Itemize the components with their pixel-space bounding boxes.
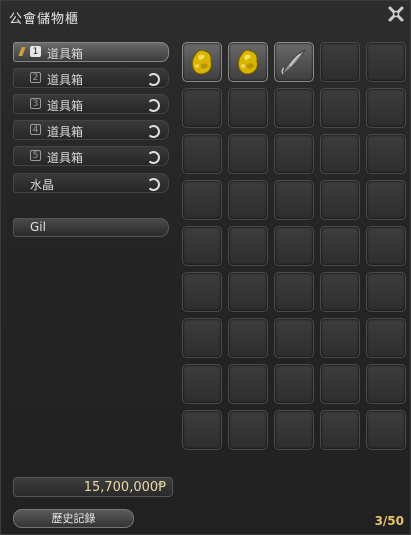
- tab-label: Gil: [30, 220, 46, 234]
- active-tab-marker: [18, 47, 26, 56]
- item-slot[interactable]: [320, 272, 360, 312]
- item-grid: [182, 42, 406, 450]
- tab-item-box-2[interactable]: 2 道具箱: [13, 68, 169, 88]
- item-slot[interactable]: [274, 410, 314, 450]
- item-slot[interactable]: [366, 410, 406, 450]
- item-slot[interactable]: [228, 410, 268, 450]
- gold-ore-icon: [232, 46, 264, 78]
- item-slot[interactable]: [182, 180, 222, 220]
- item-slot[interactable]: [274, 88, 314, 128]
- slot-count: 3/50: [374, 514, 404, 528]
- tab-number-icon: 4: [30, 124, 41, 135]
- tab-crystals[interactable]: 水晶: [13, 173, 169, 193]
- item-slot[interactable]: [274, 180, 314, 220]
- tab-label: 道具箱: [47, 73, 84, 87]
- item-slot[interactable]: [366, 364, 406, 404]
- close-icon[interactable]: [386, 4, 406, 24]
- tab-label: 道具箱: [47, 125, 84, 139]
- tab-gil[interactable]: Gil: [13, 218, 169, 237]
- tab-number-icon: 5: [30, 150, 41, 161]
- guild-storage-window: 公會儲物櫃 1 道具箱 2 道具箱 3 道具箱 4 道具箱 5 道具箱 水晶 G…: [0, 0, 411, 535]
- item-slot[interactable]: [320, 180, 360, 220]
- loading-icon: [147, 151, 160, 164]
- item-slot[interactable]: [228, 134, 268, 174]
- item-slot[interactable]: [182, 226, 222, 266]
- history-button[interactable]: 歷史記錄: [13, 509, 134, 528]
- item-slot[interactable]: [320, 42, 360, 82]
- gold-ore-icon: [186, 46, 218, 78]
- item-slot[interactable]: [366, 134, 406, 174]
- item-slot[interactable]: [228, 364, 268, 404]
- window-title: 公會儲物櫃: [9, 12, 80, 27]
- tab-label: 道具箱: [47, 99, 84, 113]
- item-slot[interactable]: [228, 226, 268, 266]
- item-slot[interactable]: [274, 318, 314, 358]
- item-slot[interactable]: [320, 364, 360, 404]
- item-slot[interactable]: [366, 272, 406, 312]
- fishing-lure-icon: [278, 46, 310, 78]
- item-slot[interactable]: [182, 88, 222, 128]
- item-slot[interactable]: [274, 226, 314, 266]
- item-slot[interactable]: [182, 364, 222, 404]
- loading-icon: [147, 99, 160, 112]
- item-slot[interactable]: [366, 318, 406, 358]
- tab-item-box-1[interactable]: 1 道具箱: [13, 42, 169, 62]
- item-slot[interactable]: [228, 88, 268, 128]
- item-slot[interactable]: [228, 318, 268, 358]
- gil-amount: 15,700,000Ᵽ: [83, 480, 166, 495]
- tab-item-box-5[interactable]: 5 道具箱: [13, 146, 169, 166]
- item-slot[interactable]: [182, 134, 222, 174]
- loading-icon: [147, 125, 160, 138]
- item-slot[interactable]: [320, 134, 360, 174]
- tab-label: 道具箱: [47, 151, 84, 165]
- tab-label: 水晶: [30, 178, 55, 192]
- loading-icon: [147, 178, 160, 191]
- item-slot[interactable]: [366, 42, 406, 82]
- item-slot[interactable]: [182, 272, 222, 312]
- item-slot-filled[interactable]: [182, 42, 222, 82]
- gil-amount-display: 15,700,000Ᵽ: [13, 477, 173, 497]
- item-slot[interactable]: [366, 88, 406, 128]
- item-slot[interactable]: [320, 226, 360, 266]
- tab-label: 道具箱: [47, 47, 84, 61]
- item-slot[interactable]: [228, 180, 268, 220]
- tab-number-icon: 3: [30, 98, 41, 109]
- item-slot[interactable]: [274, 134, 314, 174]
- item-slot[interactable]: [366, 226, 406, 266]
- item-slot[interactable]: [182, 410, 222, 450]
- item-slot-filled[interactable]: [274, 42, 314, 82]
- tab-number-icon: 1: [30, 46, 41, 57]
- item-slot[interactable]: [320, 88, 360, 128]
- item-slot[interactable]: [228, 272, 268, 312]
- tab-number-icon: 2: [30, 72, 41, 83]
- item-slot[interactable]: [366, 180, 406, 220]
- item-slot[interactable]: [274, 364, 314, 404]
- tab-item-box-3[interactable]: 3 道具箱: [13, 94, 169, 114]
- tab-item-box-4[interactable]: 4 道具箱: [13, 120, 169, 140]
- loading-icon: [147, 73, 160, 86]
- item-slot[interactable]: [182, 318, 222, 358]
- item-slot[interactable]: [274, 272, 314, 312]
- item-slot-filled[interactable]: [228, 42, 268, 82]
- item-slot[interactable]: [320, 410, 360, 450]
- item-slot[interactable]: [320, 318, 360, 358]
